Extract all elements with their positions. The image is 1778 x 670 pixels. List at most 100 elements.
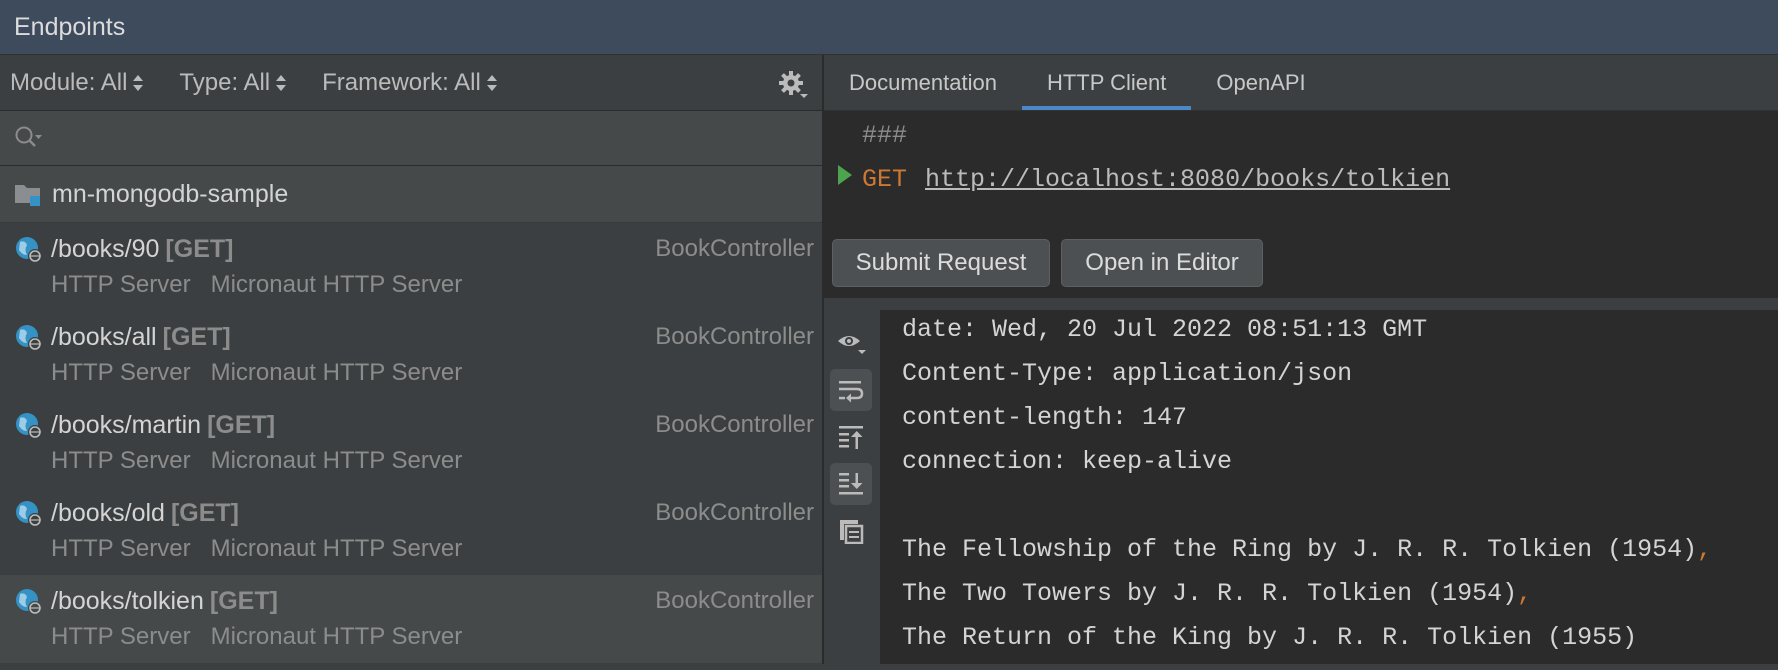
endpoint-framework: Micronaut HTTP Server <box>210 447 463 474</box>
endpoint-type: HTTP Server Micronaut HTTP Server <box>51 359 462 387</box>
endpoint-path-text: /books/all <box>51 323 157 351</box>
framework-filter-label: Framework: All <box>322 68 481 96</box>
endpoint-path-text: /books/martin <box>51 411 202 439</box>
response-splitter[interactable] <box>824 298 1778 310</box>
endpoints-list-panel: Module: All Type: All Framework: All mn-… <box>0 55 822 670</box>
endpoint-method: [GET] <box>162 323 231 351</box>
endpoint-row[interactable]: /books/all [GET] BookController HTTP Serv… <box>0 311 822 399</box>
request-method: GET <box>862 165 908 194</box>
endpoint-type: HTTP Server Micronaut HTTP Server <box>51 271 462 299</box>
scroll-to-top-icon <box>839 426 863 449</box>
response-body-text: The Two Towers by J. R. R. Tolkien (1954… <box>902 579 1518 608</box>
scroll-to-end-icon <box>839 473 863 495</box>
up-down-arrows-icon <box>276 74 287 92</box>
endpoint-method: [GET] <box>209 587 278 615</box>
web-endpoint-icon <box>16 413 42 439</box>
response-toolbar <box>824 310 880 670</box>
endpoint-type-text: HTTP Server <box>51 359 191 386</box>
endpoint-row[interactable]: /books/martin [GET] BookController HTTP S… <box>0 399 822 487</box>
http-request-editor[interactable]: ### GET http://localhost:8080/books/tolki… <box>824 111 1778 230</box>
eye-icon <box>838 336 866 354</box>
response-header-line: connection: keep-alive <box>902 447 1233 476</box>
web-endpoint-icon <box>16 589 42 615</box>
bottom-border <box>0 664 1778 670</box>
endpoint-row-selected[interactable]: /books/tolkien [GET] BookController HTTP … <box>0 575 822 663</box>
response-comma: , <box>1517 579 1533 608</box>
endpoint-type-text: HTTP Server <box>51 447 191 474</box>
project-group-row[interactable]: mn-mongodb-sample <box>0 166 822 223</box>
response-header-line: date: Wed, 20 Jul 2022 08:51:13 GMT <box>902 315 1428 344</box>
endpoint-type: HTTP Server Micronaut HTTP Server <box>51 535 462 563</box>
module-filter[interactable]: Module: All <box>10 68 144 97</box>
response-body-line: The Two Towers by J. R. R. Tolkien (1954… <box>902 579 1532 608</box>
response-header-line: Content-Type: application/json <box>902 359 1353 388</box>
endpoint-method: [GET] <box>207 411 276 439</box>
endpoint-path-text: /books/90 <box>51 235 160 263</box>
scroll-to-top-button[interactable] <box>830 416 872 458</box>
view-options-button[interactable] <box>830 322 872 364</box>
endpoint-details-panel: Documentation HTTP Client OpenAPI ### GE… <box>824 55 1778 670</box>
endpoint-type: HTTP Server Micronaut HTTP Server <box>51 623 462 651</box>
endpoint-type: HTTP Server Micronaut HTTP Server <box>51 447 462 475</box>
endpoint-controller: BookController <box>655 411 814 438</box>
search-icon[interactable] <box>14 125 44 151</box>
endpoint-controller: BookController <box>655 499 814 526</box>
endpoint-framework: Micronaut HTTP Server <box>210 623 463 650</box>
project-name: mn-mongodb-sample <box>52 179 289 208</box>
tab-http-client[interactable]: HTTP Client <box>1021 55 1192 110</box>
endpoint-method: [GET] <box>165 235 234 263</box>
module-filter-label: Module: All <box>10 68 128 96</box>
details-tabs: Documentation HTTP Client OpenAPI <box>824 55 1778 111</box>
endpoint-row[interactable]: /books/90 [GET] BookController HTTP Serve… <box>0 223 822 311</box>
submit-request-button[interactable]: Submit Request <box>832 239 1050 287</box>
endpoint-path: /books/all [GET] <box>51 323 231 352</box>
request-line: GET http://localhost:8080/books/tolkien <box>862 165 1450 194</box>
request-url-link[interactable]: http://localhost:8080/books/tolkien <box>925 165 1450 194</box>
copy-response-button[interactable] <box>830 510 872 552</box>
web-endpoint-icon <box>16 237 42 263</box>
run-request-icon[interactable] <box>838 165 852 185</box>
soft-wrap-icon <box>839 381 864 403</box>
response-body-text: The Fellowship of the Ring by J. R. R. T… <box>902 535 1698 564</box>
up-down-arrows-icon <box>486 74 497 92</box>
endpoint-row[interactable]: /books/old [GET] BookController HTTP Serv… <box>0 487 822 575</box>
up-down-arrows-icon <box>133 74 144 92</box>
web-endpoint-icon <box>16 501 42 527</box>
response-header-line: content-length: 147 <box>902 403 1188 432</box>
web-endpoint-icon <box>16 325 42 351</box>
scroll-to-end-button[interactable] <box>830 463 872 505</box>
endpoint-type-text: HTTP Server <box>51 623 191 650</box>
response-body-line: The Return of the King by J. R. R. Tolki… <box>902 623 1638 652</box>
gear-icon[interactable] <box>778 70 808 100</box>
endpoint-controller: BookController <box>655 235 814 262</box>
copy-icon <box>840 520 864 544</box>
search-bar <box>0 111 822 166</box>
tab-openapi[interactable]: OpenAPI <box>1191 55 1330 110</box>
endpoint-framework: Micronaut HTTP Server <box>210 271 463 298</box>
search-input[interactable] <box>52 124 756 152</box>
response-viewer[interactable]: date: Wed, 20 Jul 2022 08:51:13 GMT Cont… <box>882 310 1778 670</box>
endpoint-controller: BookController <box>655 587 814 614</box>
endpoint-path-text: /books/old <box>51 499 165 527</box>
framework-filter[interactable]: Framework: All <box>322 69 497 97</box>
endpoint-path-text: /books/tolkien <box>51 587 204 615</box>
endpoint-path: /books/old [GET] <box>51 499 239 528</box>
endpoint-type-text: HTTP Server <box>51 271 191 298</box>
tool-window-header: Endpoints <box>0 0 1778 55</box>
endpoint-type-text: HTTP Server <box>51 535 191 562</box>
type-filter-label: Type: All <box>179 68 271 96</box>
endpoint-path: /books/martin [GET] <box>51 411 275 440</box>
endpoint-framework: Micronaut HTTP Server <box>210 535 463 562</box>
request-actions: Submit Request Open in Editor <box>824 230 1778 298</box>
open-in-editor-button[interactable]: Open in Editor <box>1061 239 1263 287</box>
type-filter[interactable]: Type: All <box>179 68 287 97</box>
window-title: Endpoints <box>14 12 126 41</box>
endpoint-method: [GET] <box>170 499 240 527</box>
soft-wrap-button[interactable] <box>830 369 872 411</box>
response-comma: , <box>1697 535 1713 564</box>
endpoint-path: /books/90 [GET] <box>51 235 233 264</box>
response-body-line: The Fellowship of the Ring by J. R. R. T… <box>902 535 1712 564</box>
endpoint-framework: Micronaut HTTP Server <box>210 359 463 386</box>
endpoint-controller: BookController <box>655 323 814 350</box>
tab-documentation[interactable]: Documentation <box>824 55 1022 110</box>
